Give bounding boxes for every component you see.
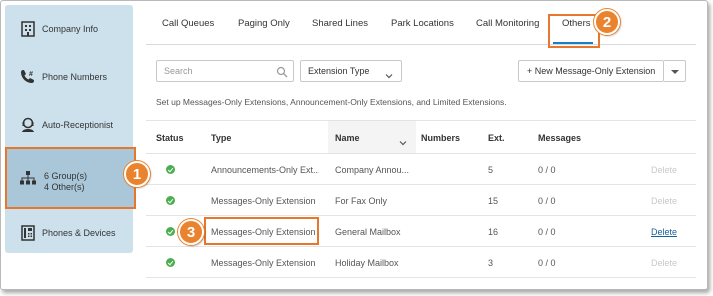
sidebar-item-label: Phone Numbers: [42, 71, 108, 82]
row-messages: 0 / 0: [538, 227, 556, 237]
row-name: For Fax Only: [335, 196, 388, 206]
row-name: Company Annou...: [335, 165, 410, 175]
table-row[interactable]: Announcements-Only Ext... Company Annou.…: [146, 154, 696, 185]
sidebar-item-auto-receptionist[interactable]: Auto-Receptionist: [5, 101, 133, 149]
phone-number-icon: #: [19, 68, 37, 86]
delete-link: Delete: [651, 258, 678, 268]
delete-link: Delete: [651, 165, 678, 175]
row-messages: 0 / 0: [538, 165, 556, 175]
header-status[interactable]: Status: [156, 133, 184, 143]
sidebar-item-phones-devices[interactable]: Phones & Devices: [5, 209, 133, 257]
new-button-label: + New Message-Only Extension: [527, 66, 656, 76]
chevron-down-icon: [385, 67, 393, 85]
tab-call-monitoring[interactable]: Call Monitoring: [476, 18, 539, 29]
receptionist-icon: [19, 116, 37, 134]
table-header: Status Type Name Numbers Ext. Messages: [146, 120, 696, 154]
sidebar-item-label-groups: 6 Group(s): [44, 171, 88, 181]
sidebar: Company Info # Phone Numbers Auto-Recept…: [5, 5, 136, 253]
tab-park-locations[interactable]: Park Locations: [391, 18, 454, 29]
row-type: Messages-Only Extension: [211, 258, 316, 268]
new-message-only-extension-button[interactable]: + New Message-Only Extension: [518, 60, 664, 82]
table-row[interactable]: Messages-Only Extension Holiday Mailbox …: [146, 247, 696, 278]
sidebar-item-label-others: 4 Other(s): [44, 182, 85, 192]
delete-link[interactable]: Delete: [651, 227, 677, 237]
tab-shared-lines[interactable]: Shared Lines: [312, 18, 368, 29]
row-type: Messages-Only Extension: [211, 196, 316, 206]
row-messages: 0 / 0: [538, 258, 556, 268]
step-marker-2: 2: [594, 9, 620, 35]
svg-text:#: #: [29, 71, 33, 78]
delete-link: Delete: [651, 196, 678, 206]
sidebar-item-company-info[interactable]: Company Info: [5, 5, 133, 53]
sidebar-item-phone-numbers[interactable]: # Phone Numbers: [5, 53, 133, 101]
active-tab-indicator: [553, 42, 593, 44]
new-extension-dropdown-button[interactable]: [664, 60, 686, 82]
caret-down-icon: [671, 70, 679, 74]
status-ok-icon: [166, 227, 175, 236]
table-row[interactable]: Messages-Only Extension For Fax Only 15 …: [146, 185, 696, 216]
row-ext: 3: [488, 258, 494, 268]
search-placeholder: Search: [164, 66, 193, 76]
row-ext: 5: [488, 165, 494, 175]
header-numbers[interactable]: Numbers: [421, 133, 460, 143]
org-chart-icon: [19, 169, 37, 187]
row-messages: 0 / 0: [538, 196, 556, 206]
step-marker-1: 1: [124, 161, 150, 187]
extension-type-value: Extension Type: [308, 66, 370, 76]
header-ext[interactable]: Ext.: [488, 133, 505, 143]
sidebar-item-label: Auto-Receptionist: [42, 119, 114, 130]
tab-paging-only[interactable]: Paging Only: [238, 18, 290, 29]
row-name: Holiday Mailbox: [335, 258, 399, 268]
sidebar-item-label: Phones & Devices: [42, 227, 116, 238]
tab-call-queues[interactable]: Call Queues: [162, 18, 214, 29]
sidebar-item-label: Company Info: [42, 23, 99, 34]
header-messages[interactable]: Messages: [538, 133, 581, 143]
app-window: Company Info # Phone Numbers Auto-Recept…: [0, 0, 708, 290]
step-marker-3: 3: [178, 219, 204, 245]
sort-chevron-icon[interactable]: [399, 134, 407, 152]
row-ext: 16: [488, 227, 499, 237]
status-ok-icon: [166, 258, 175, 267]
sidebar-item-groups[interactable]: 6 Group(s) 4 Other(s): [5, 147, 136, 209]
header-type[interactable]: Type: [211, 133, 231, 143]
row-type: Announcements-Only Ext...: [211, 165, 319, 175]
row-name: General Mailbox: [335, 227, 401, 237]
search-icon: [276, 65, 288, 83]
type-cell-highlight: [204, 217, 319, 245]
search-input[interactable]: Search: [156, 60, 294, 82]
page-description: Set up Messages-Only Extensions, Announc…: [156, 97, 507, 107]
desk-phone-icon: [19, 224, 37, 242]
extension-type-select[interactable]: Extension Type: [300, 60, 402, 82]
status-ok-icon: [166, 196, 175, 205]
row-ext: 15: [488, 196, 499, 206]
header-name[interactable]: Name: [335, 133, 360, 143]
status-ok-icon: [166, 165, 175, 174]
building-icon: [19, 20, 37, 38]
